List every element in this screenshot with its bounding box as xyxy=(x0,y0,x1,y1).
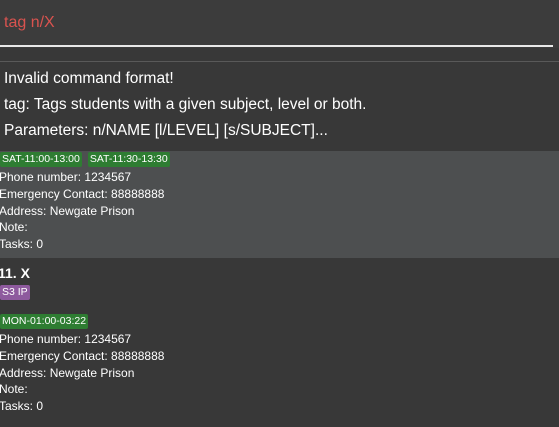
result-line-error: Invalid command format! xyxy=(4,70,174,87)
student-name: 11. X xyxy=(0,265,30,281)
phone-number: Phone number: 1234567 xyxy=(0,332,132,346)
emergency-contact: Emergency Contact: 88888888 xyxy=(0,348,165,363)
student-card[interactable]: SAT-11:00-13:00 SAT-11:30-13:30 Phone nu… xyxy=(0,151,559,258)
subject-tag: S3 IP xyxy=(0,285,30,300)
lesson-tag: SAT-11:00-13:00 xyxy=(0,152,82,167)
command-input-underline xyxy=(0,45,553,47)
note: Note: xyxy=(0,382,28,397)
command-input[interactable] xyxy=(0,6,553,40)
result-line-parameters: Parameters: n/NAME [l/LEVEL] [s/SUBJECT]… xyxy=(4,122,328,139)
note: Note: xyxy=(0,220,28,235)
lesson-tag: SAT-11:30-13:30 xyxy=(87,152,170,167)
subject-tags: S3 IP xyxy=(0,285,559,300)
tag-spacer xyxy=(0,302,559,314)
command-box xyxy=(0,0,559,48)
address: Address: Newgate Prison xyxy=(0,365,135,380)
student-list: SAT-11:00-13:00 SAT-11:30-13:30 Phone nu… xyxy=(0,151,559,427)
emergency-contact: Emergency Contact: 88888888 xyxy=(0,186,165,201)
tasks: Tasks: 0 xyxy=(0,237,44,252)
lesson-tags: SAT-11:00-13:00 SAT-11:30-13:30 xyxy=(0,152,559,167)
lesson-tag: MON-01:00-03:22 xyxy=(0,314,89,329)
address: Address: Newgate Prison xyxy=(0,203,135,218)
tasks: Tasks: 0 xyxy=(0,399,44,414)
phone-number: Phone number: 1234567 xyxy=(0,170,132,184)
result-display: Invalid command format! tag: Tags studen… xyxy=(0,61,559,147)
lesson-tags: MON-01:00-03:22 xyxy=(0,314,559,329)
result-line-usage: tag: Tags students with a given subject,… xyxy=(4,96,367,113)
student-card[interactable]: 11. X S3 IP MON-01:00-03:22 Phone number… xyxy=(0,258,559,427)
